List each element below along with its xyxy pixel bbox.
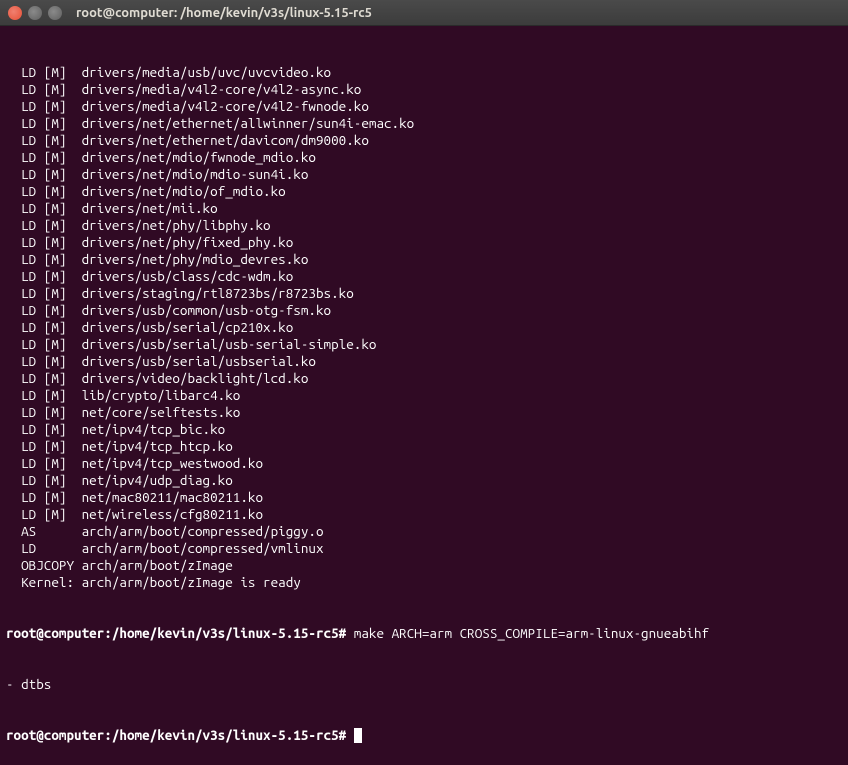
output-line: LD [M] drivers/usb/serial/usbserial.ko (6, 353, 842, 370)
output-line: LD [M] drivers/staging/rtl8723bs/r8723bs… (6, 285, 842, 302)
output-line: LD [M] drivers/net/mdio/mdio-sun4i.ko (6, 166, 842, 183)
prompt-hash: # (339, 625, 347, 641)
output-line: LD [M] net/ipv4/tcp_htcp.ko (6, 438, 842, 455)
output-line: LD [M] drivers/video/backlight/lcd.ko (6, 370, 842, 387)
minimize-icon[interactable] (28, 6, 42, 20)
prompt-line-2: root@computer:/home/kevin/v3s/linux-5.15… (6, 727, 842, 744)
window-title: root@computer: /home/kevin/v3s/linux-5.1… (76, 6, 372, 20)
prompt-path: :/home/kevin/v3s/linux-5.15-rc5 (104, 727, 338, 743)
output-line: LD [M] drivers/net/mdio/fwnode_mdio.ko (6, 149, 842, 166)
output-line: Kernel: arch/arm/boot/zImage is ready (6, 574, 842, 591)
terminal-area[interactable]: LD [M] drivers/media/usb/uvc/uvcvideo.ko… (0, 26, 848, 765)
prompt-userhost: root@computer (6, 625, 104, 641)
output-line: LD [M] drivers/usb/common/usb-otg-fsm.ko (6, 302, 842, 319)
output-line: LD [M] drivers/net/phy/fixed_phy.ko (6, 234, 842, 251)
output-line: AS arch/arm/boot/compressed/piggy.o (6, 523, 842, 540)
prompt-hash: # (339, 727, 347, 743)
output-line: LD [M] drivers/usb/class/cdc-wdm.ko (6, 268, 842, 285)
command-line-1-part2: - dtbs (6, 676, 51, 692)
prompt-line-1: root@computer:/home/kevin/v3s/linux-5.15… (6, 625, 842, 642)
output-line: LD [M] net/core/selftests.ko (6, 404, 842, 421)
output-line: LD [M] net/mac80211/mac80211.ko (6, 489, 842, 506)
output-line: LD [M] drivers/net/phy/libphy.ko (6, 217, 842, 234)
prompt-path: :/home/kevin/v3s/linux-5.15-rc5 (104, 625, 338, 641)
prompt-userhost: root@computer (6, 727, 104, 743)
output-line: LD arch/arm/boot/compressed/vmlinux (6, 540, 842, 557)
output-line: LD [M] net/wireless/cfg80211.ko (6, 506, 842, 523)
output-line: LD [M] drivers/net/phy/mdio_devres.ko (6, 251, 842, 268)
output-line: LD [M] net/ipv4/tcp_westwood.ko (6, 455, 842, 472)
output-line: LD [M] drivers/net/ethernet/allwinner/su… (6, 115, 842, 132)
output-line: LD [M] drivers/net/mii.ko (6, 200, 842, 217)
titlebar: root@computer: /home/kevin/v3s/linux-5.1… (0, 0, 848, 26)
maximize-icon[interactable] (48, 6, 62, 20)
output-line: LD [M] net/ipv4/udp_diag.ko (6, 472, 842, 489)
output-line: LD [M] drivers/media/usb/uvc/uvcvideo.ko (6, 64, 842, 81)
close-icon[interactable] (8, 6, 22, 20)
output-line: LD [M] drivers/usb/serial/usb-serial-sim… (6, 336, 842, 353)
command-line-1-part1: make ARCH=arm CROSS_COMPILE=arm-linux-gn… (346, 625, 709, 641)
output-line: LD [M] drivers/usb/serial/cp210x.ko (6, 319, 842, 336)
output-line: LD [M] drivers/net/mdio/of_mdio.ko (6, 183, 842, 200)
command-input[interactable] (346, 727, 354, 743)
command-line-1-contd: - dtbs (6, 676, 842, 693)
output-line: LD [M] drivers/net/ethernet/davicom/dm90… (6, 132, 842, 149)
output-line: LD [M] drivers/media/v4l2-core/v4l2-asyn… (6, 81, 842, 98)
output-line: LD [M] drivers/media/v4l2-core/v4l2-fwno… (6, 98, 842, 115)
output-line: OBJCOPY arch/arm/boot/zImage (6, 557, 842, 574)
cursor-icon (354, 728, 362, 743)
build-output: LD [M] drivers/media/usb/uvc/uvcvideo.ko… (6, 64, 842, 591)
output-line: LD [M] net/ipv4/tcp_bic.ko (6, 421, 842, 438)
output-line: LD [M] lib/crypto/libarc4.ko (6, 387, 842, 404)
